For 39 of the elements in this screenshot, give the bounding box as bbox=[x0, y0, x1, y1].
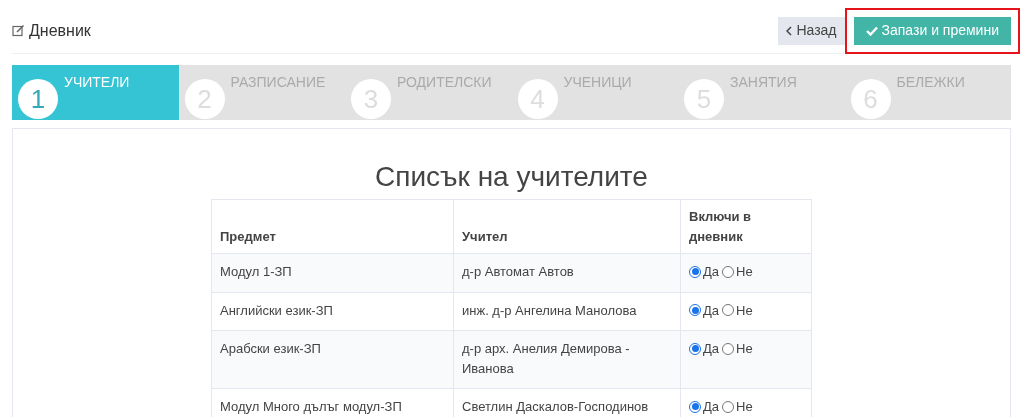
step-label: УЧИТЕЛИ bbox=[64, 73, 130, 92]
check-icon bbox=[865, 25, 878, 36]
step-label: РАЗПИСАНИЕ bbox=[230, 73, 326, 92]
table-cell: Модул 1-ЗП bbox=[211, 253, 454, 292]
step-label: УЧЕНИЦИ bbox=[563, 73, 632, 92]
list-title: Списък на учителите bbox=[375, 160, 648, 194]
column-header: Предмет bbox=[211, 199, 454, 254]
radio-option[interactable]: Не bbox=[722, 397, 753, 417]
radio-option[interactable]: Не bbox=[722, 339, 753, 359]
chevron-left-icon bbox=[786, 25, 793, 36]
step-label: РОДИТЕЛСКИ bbox=[397, 73, 492, 92]
radio-button[interactable] bbox=[722, 400, 735, 413]
radio-option[interactable]: Да bbox=[689, 262, 720, 282]
table-cell: д-р арх. Анелия Демирова - Иванова bbox=[453, 330, 681, 389]
radio-button[interactable] bbox=[689, 400, 701, 413]
radio-option[interactable]: Да bbox=[689, 339, 720, 359]
table-cell: Модул Много дълъг модул-ЗП bbox=[211, 388, 454, 417]
radio-option[interactable]: Не bbox=[722, 300, 753, 320]
radio-button[interactable] bbox=[722, 342, 735, 355]
radio-button[interactable] bbox=[689, 304, 701, 317]
column-header: Включи в дневник bbox=[680, 199, 812, 254]
page-title: Дневник bbox=[29, 20, 91, 41]
radio-button[interactable] bbox=[722, 304, 735, 317]
step-label: ЗАНЯТИЯ bbox=[730, 73, 797, 92]
table-cell: д-р Автомат Автов bbox=[453, 253, 681, 292]
table-cell: инж. д-р Ангелина Манолова bbox=[453, 292, 681, 331]
radio-option[interactable]: Да bbox=[689, 300, 720, 320]
radio-button[interactable] bbox=[689, 342, 701, 355]
radio-option[interactable]: Да bbox=[689, 397, 720, 417]
radio-option[interactable]: Не bbox=[722, 262, 753, 282]
table-cell: Арабски език-ЗП bbox=[211, 330, 454, 389]
column-header: Учител bbox=[453, 199, 681, 254]
back-button[interactable]: Назад bbox=[778, 16, 845, 45]
step-label: БЕЛЕЖКИ bbox=[896, 73, 965, 92]
radio-button[interactable] bbox=[722, 265, 735, 278]
table-cell: Английски език-ЗП bbox=[211, 292, 454, 331]
radio-button[interactable] bbox=[689, 265, 701, 278]
step-number: 1 bbox=[18, 79, 58, 119]
edit-icon bbox=[12, 24, 25, 37]
